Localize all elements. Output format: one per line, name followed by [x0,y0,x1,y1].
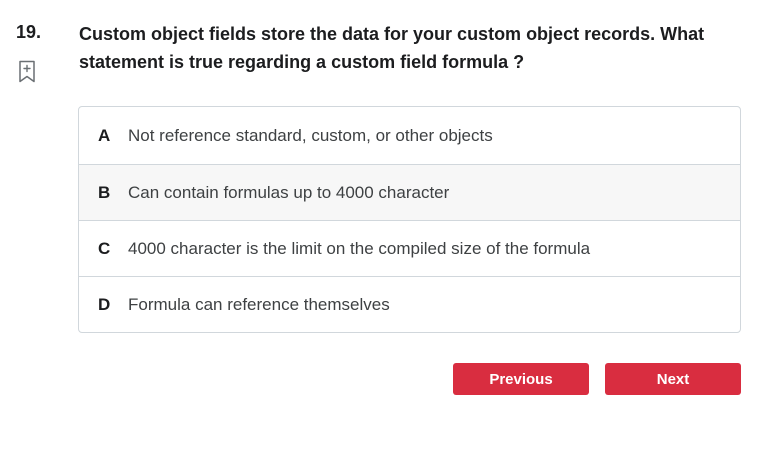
option-letter: D [98,294,111,314]
option-letter: A [98,125,111,145]
bookmark-button[interactable] [17,60,37,84]
option-b[interactable]: B Can contain formulas up to 4000 charac… [79,164,740,220]
option-c[interactable]: C 4000 character is the limit on the com… [79,220,740,276]
previous-button[interactable]: Previous [453,363,589,395]
bookmark-plus-icon [19,60,35,83]
next-button[interactable]: Next [605,363,741,395]
question-text: Custom object fields store the data for … [79,24,705,72]
option-text: Not reference standard, custom, or other… [128,125,493,145]
question-number: 19. [16,22,42,42]
option-d[interactable]: D Formula can reference themselves [79,276,740,332]
option-letter: B [98,182,111,202]
option-letter: C [98,238,111,258]
option-a[interactable]: A Not reference standard, custom, or oth… [79,107,740,164]
answer-options: A Not reference standard, custom, or oth… [78,106,741,333]
option-text: Can contain formulas up to 4000 characte… [128,182,450,202]
option-text: 4000 character is the limit on the compi… [128,238,591,258]
option-text: Formula can reference themselves [128,294,390,314]
